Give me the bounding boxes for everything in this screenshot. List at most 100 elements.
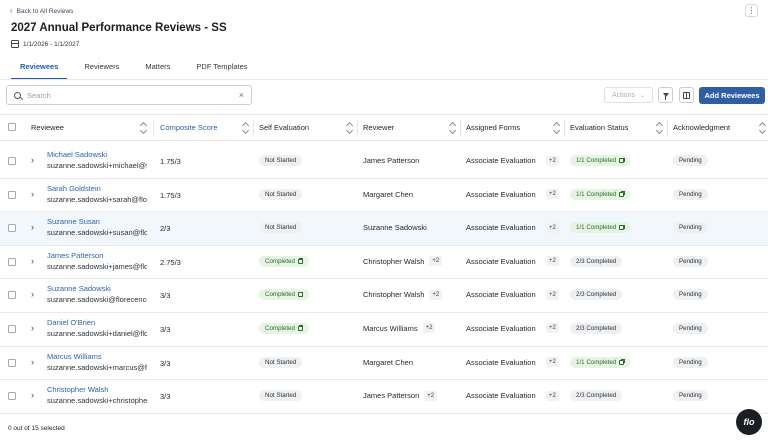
evaluation-status-badge[interactable]: 2/3 Completed	[570, 390, 623, 402]
more-reviewers-badge[interactable]: +2	[422, 323, 436, 334]
more-forms-badge[interactable]: +2	[546, 357, 559, 368]
tab-reviewees[interactable]: Reviewees	[11, 59, 68, 79]
reviewee-name-link[interactable]: James Patterson	[47, 251, 147, 260]
reviewer-name: Suzanne Sadowski	[363, 223, 427, 233]
assigned-forms-cell: Associate Evaluation +2	[466, 357, 559, 368]
row-checkbox[interactable]	[8, 157, 16, 165]
sort-icon[interactable]	[554, 121, 560, 135]
row-checkbox[interactable]	[8, 392, 16, 401]
composite-score: 3/3	[160, 392, 171, 402]
select-all-checkbox[interactable]	[8, 123, 16, 131]
more-forms-badge[interactable]: +2	[546, 289, 559, 300]
external-link-icon	[297, 258, 304, 264]
clear-icon[interactable]: ×	[239, 90, 244, 100]
more-reviewers-badge[interactable]: +2	[429, 256, 443, 267]
table-row[interactable]: › Marcus Williams suzanne.sadowski+marcus@…	[0, 347, 768, 381]
assigned-forms-cell: Associate Evaluation +2	[466, 222, 559, 233]
more-forms-badge[interactable]: +2	[546, 155, 559, 166]
row-checkbox[interactable]	[8, 291, 16, 300]
reviewee-name-link[interactable]: Christopher Walsh	[47, 385, 147, 394]
assigned-form-name: Associate Evaluation	[466, 391, 536, 401]
row-checkbox[interactable]	[8, 358, 16, 367]
sort-icon[interactable]	[657, 121, 663, 135]
search-input[interactable]	[27, 90, 239, 100]
more-forms-badge[interactable]: +2	[546, 323, 559, 334]
chevron-right-icon[interactable]: ›	[31, 290, 34, 299]
columns-button[interactable]	[679, 87, 694, 103]
sort-icon[interactable]	[141, 121, 147, 135]
col-composite-score[interactable]: Composite Score	[160, 115, 218, 140]
tab-reviewers[interactable]: Reviewers	[75, 59, 128, 79]
col-assigned-forms[interactable]: Assigned Forms	[466, 115, 520, 140]
chevron-right-icon[interactable]: ›	[31, 323, 34, 333]
back-link[interactable]: ‹ Back to All Reviews	[10, 6, 73, 16]
chevron-right-icon[interactable]: ›	[31, 223, 34, 232]
self-evaluation-badge[interactable]: Completed	[259, 255, 309, 267]
more-reviewers-badge[interactable]: +2	[429, 289, 443, 300]
col-reviewer[interactable]: Reviewer	[363, 115, 394, 140]
sort-icon[interactable]	[347, 121, 353, 135]
composite-score: 1.75/3	[160, 157, 181, 166]
reviewee-name-link[interactable]: Daniel O'Brien	[47, 318, 147, 327]
evaluation-status-badge[interactable]: 2/3 Completed	[570, 289, 623, 301]
reviewee-name-link[interactable]: Suzanne Susan	[47, 217, 147, 226]
self-evaluation-badge: Not Started	[259, 222, 303, 234]
date-range-label: 1/1/2026 - 1/1/2027	[23, 40, 80, 48]
row-checkbox[interactable]	[8, 190, 16, 199]
table-row[interactable]: › Suzanne Sadowski suzanne.sadowski@florec…	[0, 279, 768, 313]
sort-icon[interactable]	[760, 121, 766, 135]
flo-assistant-button[interactable]: flo	[736, 409, 762, 435]
table-row[interactable]: › Sarah Goldstein suzanne.sadowski+sarah@f…	[0, 179, 768, 213]
more-forms-badge[interactable]: +2	[546, 256, 559, 267]
reviewer-name: James Patterson	[363, 156, 420, 165]
sort-icon[interactable]	[243, 121, 249, 135]
table-row[interactable]: › Daniel O'Brien suzanne.sadowski+daniel@f…	[0, 313, 768, 347]
more-reviewers-badge[interactable]: +2	[424, 390, 438, 401]
tab-bar: Reviewees Reviewers Matters PDF Template…	[11, 59, 265, 79]
assigned-form-name: Associate Evaluation	[466, 189, 536, 199]
col-acknowledgment[interactable]: Acknowledgment	[673, 115, 730, 140]
row-checkbox[interactable]	[8, 324, 16, 333]
reviewee-name-link[interactable]: Michael Sadowski	[47, 150, 147, 159]
more-forms-badge[interactable]: +2	[546, 189, 559, 200]
reviewee-name-link[interactable]: Marcus Williams	[47, 352, 147, 361]
sort-icon[interactable]	[450, 121, 456, 135]
chevron-right-icon[interactable]: ›	[31, 391, 34, 400]
col-evaluation-status[interactable]: Evaluation Status	[570, 115, 628, 140]
chevron-right-icon[interactable]: ›	[31, 189, 34, 199]
tab-matters[interactable]: Matters	[136, 59, 179, 79]
reviewee-name-link[interactable]: Suzanne Sadowski	[47, 284, 147, 293]
col-self-evaluation[interactable]: Self Evaluation	[259, 115, 309, 140]
acknowledgment-badge: Pending	[673, 155, 708, 166]
table-row[interactable]: › Suzanne Susan suzanne.sadowski+susan@flo…	[0, 212, 768, 246]
evaluation-status-badge[interactable]: 1/1 Completed	[570, 188, 631, 200]
self-evaluation-badge[interactable]: Completed	[259, 289, 309, 301]
reviewee-name-link[interactable]: Sarah Goldstein	[47, 184, 147, 193]
evaluation-status-badge[interactable]: 1/1 Completed	[570, 222, 631, 234]
col-reviewee[interactable]: Reviewee	[31, 115, 64, 140]
chevron-right-icon[interactable]: ›	[31, 156, 34, 165]
actions-dropdown[interactable]: Actions ⌄	[604, 87, 653, 103]
table-row[interactable]: › Michael Sadowski suzanne.sadowski+michae…	[0, 145, 768, 179]
chevron-right-icon[interactable]: ›	[31, 357, 34, 367]
composite-score: 2/3	[160, 224, 171, 234]
composite-score: 3/3	[160, 324, 171, 334]
evaluation-status-badge[interactable]: 1/1 Completed	[570, 356, 631, 368]
evaluation-status-badge[interactable]: 2/3 Completed	[570, 255, 623, 267]
more-forms-badge[interactable]: +2	[546, 222, 559, 233]
self-evaluation-badge[interactable]: Completed	[259, 322, 309, 334]
row-checkbox[interactable]	[8, 224, 16, 233]
filter-button[interactable]	[658, 87, 673, 103]
tab-pdf-templates[interactable]: PDF Templates	[187, 59, 256, 79]
evaluation-status-badge[interactable]: 2/3 Completed	[570, 322, 623, 334]
assigned-forms-cell: Associate Evaluation +2	[466, 289, 559, 300]
row-checkbox[interactable]	[8, 257, 16, 266]
more-forms-badge[interactable]: +2	[546, 390, 559, 401]
chevron-right-icon[interactable]: ›	[31, 256, 34, 266]
table-row[interactable]: › Christopher Walsh suzanne.sadowski+chris…	[0, 380, 768, 414]
more-menu-button[interactable]: ⋮	[745, 4, 758, 17]
add-reviewees-button[interactable]: Add Reviewees	[699, 87, 765, 104]
composite-score: 3/3	[160, 291, 171, 301]
evaluation-status-badge[interactable]: 1/1 Completed	[570, 155, 631, 166]
table-row[interactable]: › James Patterson suzanne.sadowski+james@f…	[0, 246, 768, 280]
